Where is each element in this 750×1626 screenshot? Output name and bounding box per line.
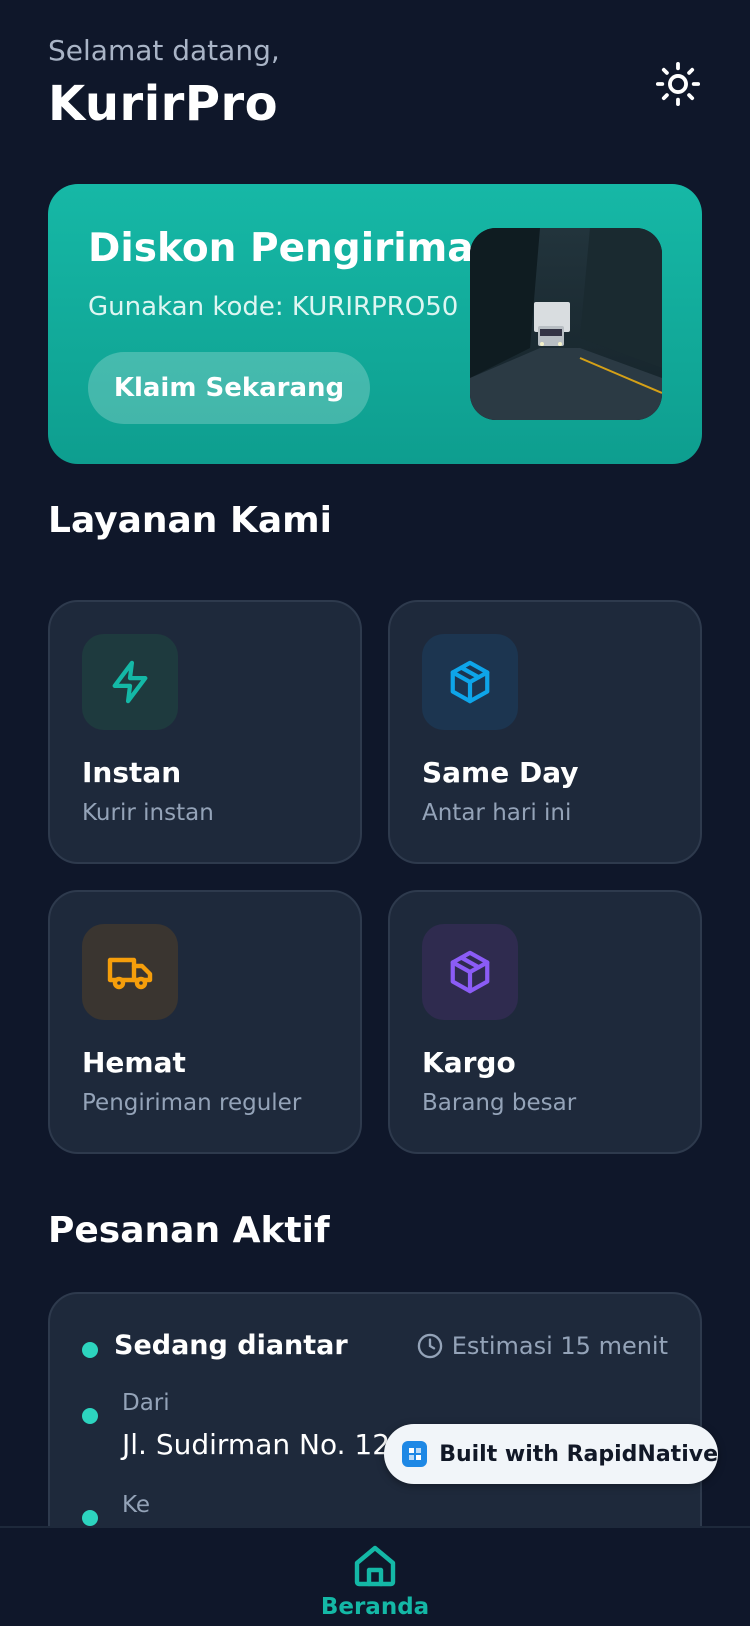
from-address: Jl. Sudirman No. 123 (122, 1428, 408, 1461)
promo-truck-image (470, 228, 662, 420)
rapidnative-logo-icon (402, 1441, 428, 1467)
service-card-same-day[interactable]: Same Day Antar hari ini (388, 600, 702, 864)
app-name: KurirPro (48, 76, 279, 132)
status-dot (82, 1342, 98, 1358)
service-desc: Kurir instan (82, 800, 214, 826)
service-card-kargo[interactable]: Kargo Barang besar (388, 890, 702, 1154)
nav-home[interactable]: Beranda (321, 1528, 429, 1626)
bottom-nav: Beranda (0, 1526, 750, 1626)
welcome-text: Selamat datang, (48, 34, 280, 67)
from-label: Dari (122, 1390, 170, 1416)
package-icon (422, 634, 518, 730)
promo-title: Diskon Pengiriman (88, 226, 502, 271)
to-dot (82, 1510, 98, 1526)
service-desc: Barang besar (422, 1090, 577, 1116)
badge-text: Built with RapidNative (439, 1441, 718, 1467)
box-icon (422, 924, 518, 1020)
lightning-icon (82, 634, 178, 730)
built-with-badge[interactable]: Built with RapidNative (384, 1424, 718, 1484)
service-name: Kargo (422, 1046, 516, 1079)
theme-toggle-button[interactable] (652, 58, 704, 110)
service-name: Hemat (82, 1046, 186, 1079)
claim-button[interactable]: Klaim Sekarang (88, 352, 370, 424)
nav-home-label: Beranda (320, 1594, 430, 1620)
service-card-hemat[interactable]: Hemat Pengiriman reguler (48, 890, 362, 1154)
home-icon (354, 1545, 396, 1587)
service-desc: Antar hari ini (422, 800, 572, 826)
truck-icon (82, 924, 178, 1020)
service-name: Same Day (422, 756, 579, 789)
from-dot (82, 1408, 98, 1424)
eta-text: Estimasi 15 menit (451, 1332, 668, 1360)
active-orders-title: Pesanan Aktif (48, 1210, 330, 1251)
sun-icon (655, 61, 701, 107)
order-status: Sedang diantar (114, 1330, 348, 1361)
service-name: Instan (82, 756, 182, 789)
service-card-instan[interactable]: Instan Kurir instan (48, 600, 362, 864)
to-label: Ke (122, 1492, 151, 1518)
promo-code-text: Gunakan kode: KURIRPRO50 (88, 292, 459, 322)
promo-banner: Diskon Pengiriman Gunakan kode: KURIRPRO… (48, 184, 702, 464)
order-eta: Estimasi 15 menit (416, 1332, 668, 1360)
clock-icon (417, 1333, 443, 1359)
service-desc: Pengiriman reguler (82, 1090, 302, 1116)
services-title: Layanan Kami (48, 500, 333, 541)
